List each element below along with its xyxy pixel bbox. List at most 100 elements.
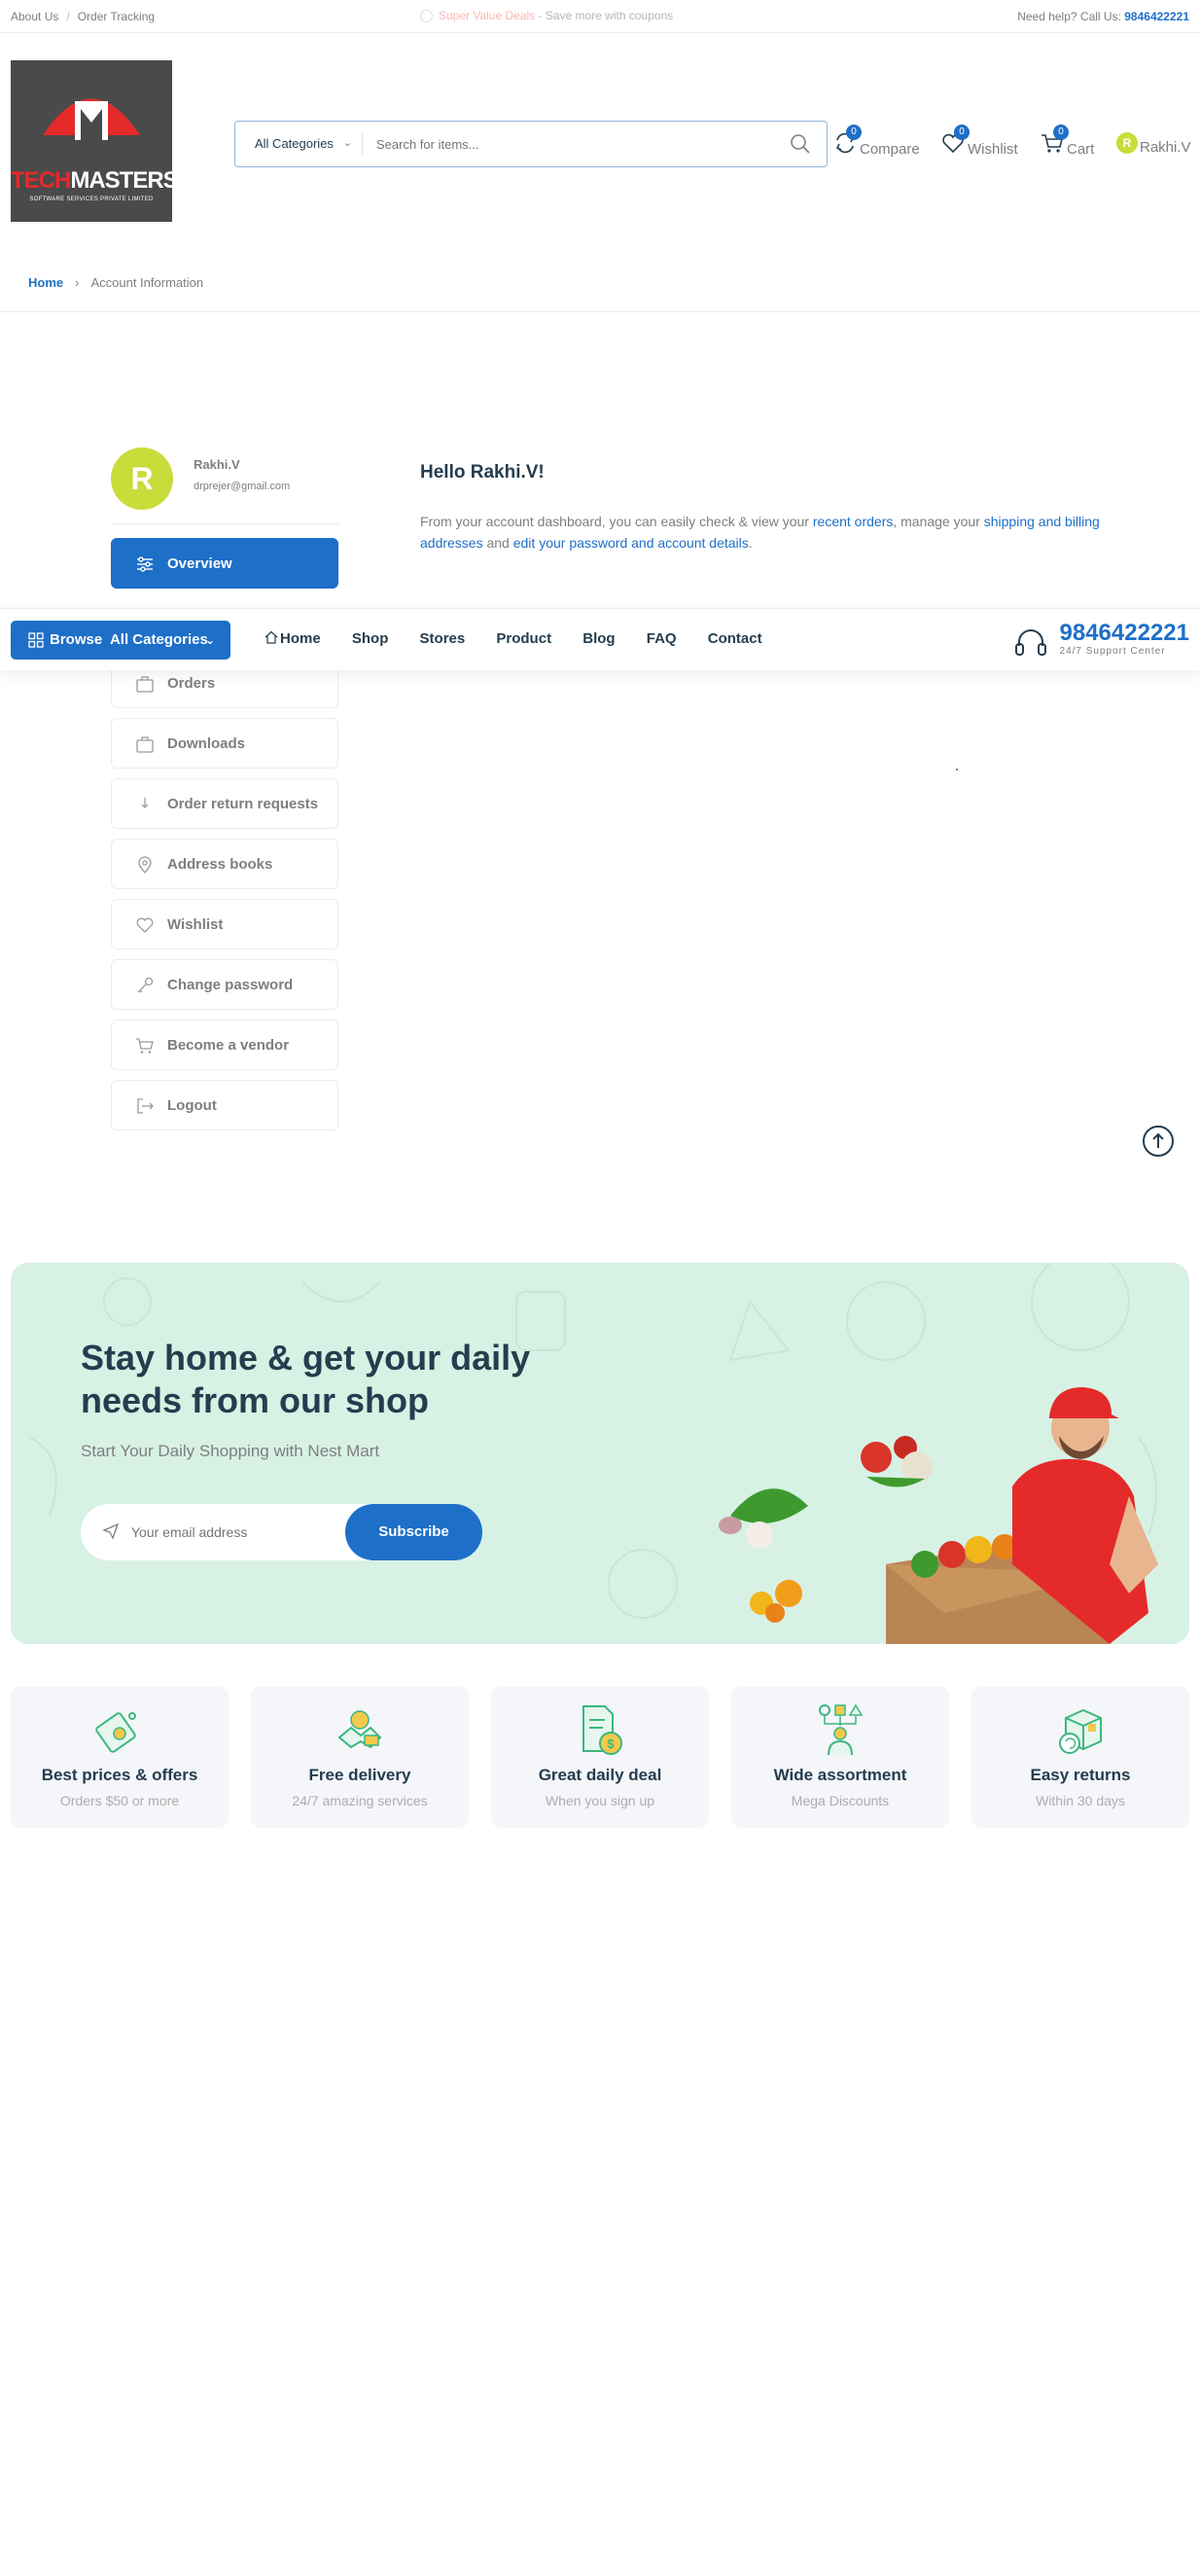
logout-icon xyxy=(137,1098,154,1114)
browse-categories-button[interactable]: Browse All Categories ⌄ xyxy=(11,621,230,660)
newsletter-banner: Stay home & get your daily needs from ou… xyxy=(11,1263,1189,1644)
stray-dot xyxy=(956,769,958,770)
compare-count-badge: 0 xyxy=(846,125,862,140)
sliders-icon xyxy=(137,556,153,572)
recent-orders-link[interactable]: recent orders xyxy=(813,514,893,529)
support-label: 24/7 Support Center xyxy=(1059,646,1166,657)
menu-item-logout[interactable]: Logout xyxy=(111,1080,338,1130)
support-phone[interactable]: 9846422221 xyxy=(1060,621,1189,646)
assortment-icon xyxy=(819,1703,864,1756)
headset-icon xyxy=(1014,629,1046,656)
map-pin-icon xyxy=(138,856,152,875)
return-box-icon xyxy=(1059,1708,1102,1754)
promo-text: Super Value Deals - Save more with coupo… xyxy=(420,9,674,23)
help-phone[interactable]: 9846422221 xyxy=(1124,10,1189,23)
feature-card: $ Great daily deal When you sign up xyxy=(491,1687,709,1828)
cart-icon: 0 xyxy=(1040,125,1069,156)
about-us-link[interactable]: About Us xyxy=(11,10,58,23)
feature-title: Great daily deal xyxy=(538,1766,662,1784)
chevron-down-icon: ⌄ xyxy=(342,137,352,149)
menu-item-change-password[interactable]: Change password xyxy=(111,959,338,1010)
cart-button[interactable]: 0 Cart xyxy=(1040,125,1095,158)
dashboard-intro: From your account dashboard, you can eas… xyxy=(420,514,1100,551)
heart-icon: 0 xyxy=(940,125,970,156)
feature-title: Easy returns xyxy=(1030,1766,1131,1784)
feature-subtitle: Orders $50 or more xyxy=(59,1793,180,1808)
menu-label: Overview xyxy=(167,555,232,572)
browse-label: Browse All Categories xyxy=(50,631,208,648)
chevron-down-icon: ⌄ xyxy=(204,633,215,647)
feature-card: Free delivery 24/7 amazing services xyxy=(251,1687,469,1828)
search-input[interactable] xyxy=(376,131,765,157)
nav-shop[interactable]: Shop xyxy=(352,630,389,647)
heart-icon xyxy=(136,917,154,933)
wishlist-button[interactable]: 0 Wishlist xyxy=(940,125,1018,158)
wishlist-count-badge: 0 xyxy=(954,125,970,140)
feature-subtitle: When you sign up xyxy=(545,1793,655,1808)
profile-name: Rakhi.V xyxy=(194,457,240,472)
account-details-link[interactable]: edit your password and account details xyxy=(513,535,749,551)
site-logo[interactable]: TECHMASTERS SOFTWARE SERVICES PRIVATE LI… xyxy=(11,60,179,222)
account-button[interactable]: R Rakhi.V xyxy=(1116,132,1191,156)
menu-item-address-books[interactable]: Address books xyxy=(111,839,338,889)
menu-label: Become a vendor xyxy=(167,1037,290,1054)
menu-label: Address books xyxy=(167,856,273,873)
user-name: Rakhi.V xyxy=(1140,138,1191,156)
handshake-icon xyxy=(337,1710,382,1749)
divider xyxy=(111,523,338,524)
nav-product[interactable]: Product xyxy=(496,630,551,647)
menu-label: Logout xyxy=(167,1097,217,1114)
nav-home[interactable]: Home xyxy=(265,630,321,647)
nav-stores[interactable]: Stores xyxy=(420,630,466,647)
menu-item-downloads[interactable]: Downloads xyxy=(111,718,338,769)
order-tracking-link[interactable]: Order Tracking xyxy=(78,10,155,23)
scroll-to-top-button[interactable] xyxy=(1143,1126,1174,1157)
menu-label: Downloads xyxy=(167,735,246,752)
divider xyxy=(0,311,1200,312)
chevron-right-icon: › xyxy=(75,275,80,290)
cart-label: Cart xyxy=(1067,140,1095,158)
feature-card: Best prices & offers Orders $50 or more xyxy=(11,1687,229,1828)
nav-blog[interactable]: Blog xyxy=(582,630,615,647)
divider xyxy=(362,133,363,155)
price-tag-icon xyxy=(95,1712,136,1753)
breadcrumb-home[interactable]: Home xyxy=(28,275,63,290)
compare-button[interactable]: 0 Compare xyxy=(832,125,920,158)
main-nav: Browse All Categories ⌄ Home Shop Stores… xyxy=(0,608,1200,670)
bag-icon xyxy=(136,676,154,693)
profile-email: drprejer@gmail.com xyxy=(194,481,291,492)
cart-count-badge: 0 xyxy=(1053,125,1069,140)
search-icon[interactable] xyxy=(790,133,811,155)
support-center: 9846422221 24/7 Support Center xyxy=(1014,621,1189,657)
arrow-up-icon xyxy=(1152,1132,1164,1148)
download-box-icon xyxy=(136,736,154,753)
feature-title: Free delivery xyxy=(308,1766,411,1784)
logo-brand: TECHMASTERS xyxy=(11,167,179,194)
menu-item-order-returns[interactable]: Order return requests xyxy=(111,778,338,829)
newsletter-form: Subscribe xyxy=(81,1504,482,1560)
menu-item-become-vendor[interactable]: Become a vendor xyxy=(111,1020,338,1070)
menu-item-wishlist[interactable]: Wishlist xyxy=(111,899,338,949)
promo-rest: - Save more with coupons xyxy=(535,9,674,22)
svg-text:$: $ xyxy=(607,1736,615,1751)
feature-subtitle: Mega Discounts xyxy=(791,1793,890,1808)
grid-icon xyxy=(28,632,44,648)
feature-subtitle: Within 30 days xyxy=(1036,1793,1125,1808)
profile-avatar: R xyxy=(111,447,173,510)
menu-item-overview[interactable]: Overview xyxy=(111,538,338,589)
category-select[interactable]: All Categories ⌄ xyxy=(235,122,362,165)
promo-icon xyxy=(420,10,433,23)
compare-icon: 0 xyxy=(832,125,862,156)
arrow-down-icon xyxy=(141,798,149,808)
nav-faq[interactable]: FAQ xyxy=(647,630,677,647)
feature-title: Best prices & offers xyxy=(41,1766,198,1784)
menu-label: Order return requests xyxy=(167,796,319,812)
menu-label: Orders xyxy=(167,675,216,692)
greeting-heading: Hello Rakhi.V! xyxy=(420,462,545,483)
feature-card: Wide assortment Mega Discounts xyxy=(731,1687,949,1828)
email-input[interactable] xyxy=(131,1520,326,1545)
subscribe-button[interactable]: Subscribe xyxy=(345,1504,482,1560)
key-icon xyxy=(137,977,154,993)
feature-subtitle: 24/7 amazing services xyxy=(292,1793,428,1808)
nav-contact[interactable]: Contact xyxy=(708,630,762,647)
